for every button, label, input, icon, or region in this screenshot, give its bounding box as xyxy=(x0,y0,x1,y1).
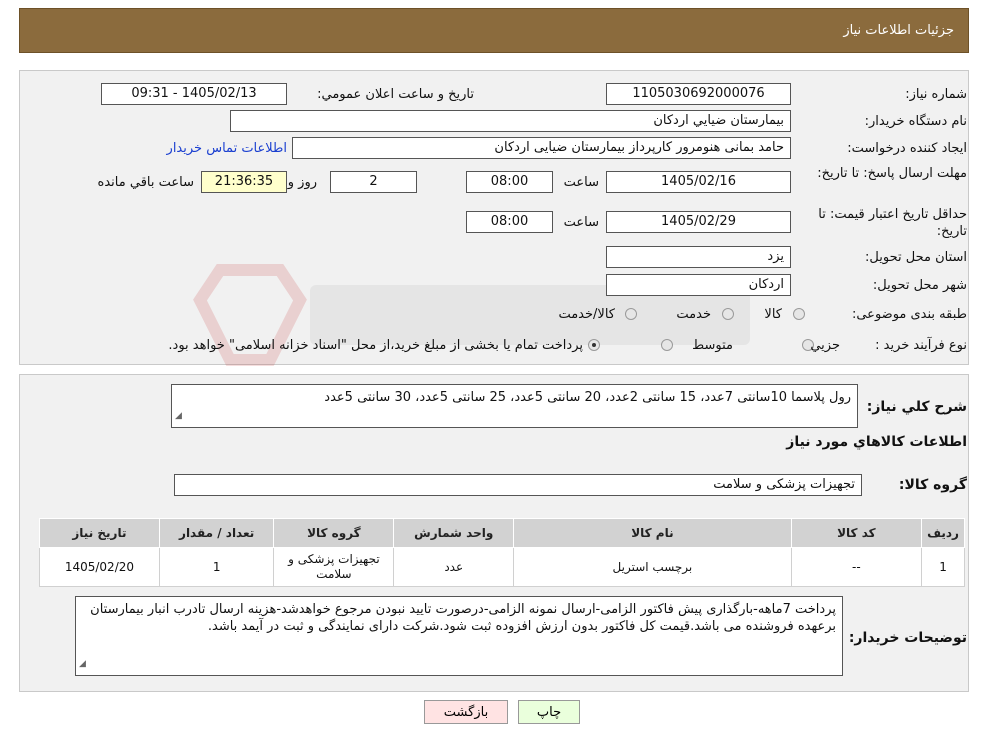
table-row[interactable]: 1 -- برچسب استریل عدد تجهيزات پزشكی و سل… xyxy=(39,547,965,587)
goods-table: رديف كد كالا نام كالا واحد شمارش گروه كا… xyxy=(39,518,965,587)
purchase-medium-radio[interactable] xyxy=(661,339,673,351)
page-header: جزئیات اطلاعات نیاز xyxy=(19,8,969,53)
goods-group-label: گروه كالا: xyxy=(898,477,967,493)
category-goods-radio[interactable] xyxy=(793,308,805,320)
treasury-docs-checkbox[interactable] xyxy=(588,339,600,351)
requester-label: ايجاد كننده درخواست: xyxy=(847,141,967,156)
reply-days-label: روز و xyxy=(287,175,317,190)
summary-textarea[interactable]: رول پلاسما 10سانتی 7عدد، 15 سانتی 2عدد، … xyxy=(171,384,858,428)
col-need-date: تاريخ نياز xyxy=(39,518,160,548)
cell-need-date: 1405/02/20 xyxy=(39,547,160,587)
category-service-label: خدمت xyxy=(676,307,711,322)
summary-text: رول پلاسما 10سانتی 7عدد، 15 سانتی 2عدد، … xyxy=(324,390,851,405)
remaining-time-field: 21:36:35 xyxy=(201,171,287,193)
buyer-org-field: بيمارستان ضيايي اردكان xyxy=(230,110,791,132)
reply-days-field: 2 xyxy=(330,171,417,193)
col-unit: واحد شمارش xyxy=(393,518,515,548)
goods-section-title: اطلاعات كالاهاي مورد نياز xyxy=(786,434,967,450)
reply-deadline-label: مهلت ارسال پاسخ: تا تاريخ: xyxy=(817,166,967,181)
buyer-contact-link[interactable]: اطلاعات تماس خريدار xyxy=(167,141,287,156)
price-validity-date: 1405/02/29 xyxy=(606,211,791,233)
table-header-row: رديف كد كالا نام كالا واحد شمارش گروه كا… xyxy=(39,518,965,548)
reply-deadline-time-label: ساعت xyxy=(563,175,599,190)
reply-deadline-time: 08:00 xyxy=(466,171,553,193)
purchase-minor-label: جزيي xyxy=(810,338,840,353)
need-number-label: شماره نیاز: xyxy=(905,87,967,102)
province-field: يزد xyxy=(606,246,791,268)
price-validity-time: 08:00 xyxy=(466,211,553,233)
announce-datetime-field: 1405/02/13 - 09:31 xyxy=(101,83,287,105)
category-goods-service-radio[interactable] xyxy=(625,308,637,320)
cell-unit: عدد xyxy=(393,547,515,587)
summary-label: شرح كلي نياز: xyxy=(866,399,967,415)
category-label: طبقه بندی موضوعی: xyxy=(851,307,967,322)
treasury-docs-note: پرداخت تمام يا بخشی از مبلغ خريد،از محل … xyxy=(168,338,583,353)
purchase-medium-label: متوسط xyxy=(692,338,733,353)
col-goods-group: گروه كالا xyxy=(273,518,395,548)
col-quantity: تعداد / مقدار xyxy=(158,518,275,548)
cell-goods-group: تجهيزات پزشكی و سلامت xyxy=(273,547,395,587)
cell-row-number: 1 xyxy=(921,547,965,587)
reply-deadline-date: 1405/02/16 xyxy=(606,171,791,193)
resize-grip-icon[interactable]: ◢ xyxy=(175,408,182,425)
col-goods-name: نام كالا xyxy=(513,518,792,548)
back-button[interactable]: بازگشت xyxy=(424,700,508,724)
cell-goods-code: -- xyxy=(790,547,923,587)
province-label: استان محل تحويل: xyxy=(865,250,967,265)
city-label: شهر محل تحويل: xyxy=(872,278,967,293)
buyer-notes-label: توضيحات خريدار: xyxy=(848,630,967,646)
goods-group-field: تجهیزات پزشکی و سلامت xyxy=(174,474,862,496)
need-number-field: 1105030692000076 xyxy=(606,83,791,105)
remaining-time-label: ساعت باقي مانده xyxy=(97,175,194,190)
purchase-type-label: نوع فرآيند خريد : xyxy=(875,338,967,353)
price-validity-time-label: ساعت xyxy=(563,215,599,230)
cell-goods-name: برچسب استریل xyxy=(513,547,792,587)
print-button[interactable]: چاپ xyxy=(518,700,580,724)
category-goods-service-label: كالا/خدمت xyxy=(558,307,615,322)
city-field: اردكان xyxy=(606,274,791,296)
price-validity-label: حداقل تاريخ اعتبار قيمت: تا تاريخ: xyxy=(818,207,967,239)
category-goods-label: كالا xyxy=(764,307,782,322)
category-service-radio[interactable] xyxy=(722,308,734,320)
resize-grip-icon[interactable]: ◢ xyxy=(79,656,86,673)
buyer-notes-text: پرداخت 7ماهه-بارگذاری پیش فاکتور الزامی-… xyxy=(90,602,836,634)
buyer-notes-textarea[interactable]: پرداخت 7ماهه-بارگذاری پیش فاکتور الزامی-… xyxy=(75,596,843,676)
col-row-number: رديف xyxy=(921,518,965,548)
col-goods-code: كد كالا xyxy=(790,518,923,548)
page-title: جزئیات اطلاعات نیاز xyxy=(843,23,954,38)
requester-field: حامد بمانی هنومرور کارپرداز بیمارستان ضی… xyxy=(292,137,791,159)
announce-datetime-label: تاریخ و ساعت اعلان عمومي: xyxy=(317,87,474,102)
cell-quantity: 1 xyxy=(158,547,275,587)
buyer-org-label: نام دستگاه خريدار: xyxy=(864,114,967,129)
